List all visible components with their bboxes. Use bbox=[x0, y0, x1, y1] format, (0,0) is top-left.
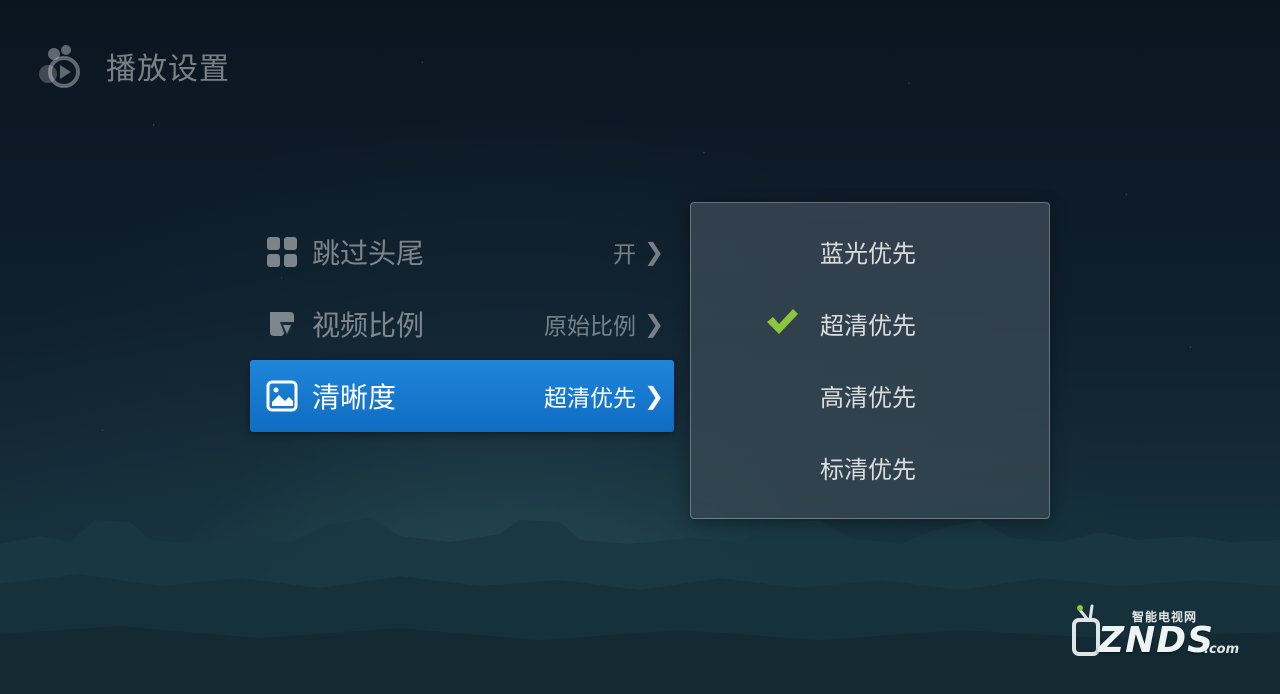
chevron-right-icon: ❯ bbox=[644, 382, 665, 410]
grid-icon bbox=[266, 236, 298, 268]
option-hd-first[interactable]: 高清优先 bbox=[691, 359, 1049, 431]
menu-item-label: 跳过头尾 bbox=[312, 237, 425, 270]
checkmark-icon bbox=[765, 307, 799, 337]
menu-item-resolution[interactable]: 清晰度 超清优先 ❯ bbox=[250, 360, 674, 432]
menu-item-value: 开 bbox=[613, 242, 636, 268]
settings-screen: 播放设置 跳过头尾 开 ❯ 视频比例 原始比例 ❯ 清晰度 超清优先 ❯ 蓝光优… bbox=[0, 0, 1280, 694]
option-label: 高清优先 bbox=[820, 383, 916, 412]
menu-item-value: 超清优先 bbox=[544, 386, 636, 412]
menu-item-aspect-ratio[interactable]: 视频比例 原始比例 ❯ bbox=[250, 288, 674, 360]
aspect-ratio-icon bbox=[266, 308, 298, 340]
header: 播放设置 bbox=[36, 44, 230, 88]
watermark-brand: ZNDS bbox=[1098, 620, 1215, 661]
menu-item-label: 视频比例 bbox=[312, 309, 425, 342]
chevron-right-icon: ❯ bbox=[644, 238, 665, 266]
page-title: 播放设置 bbox=[106, 52, 230, 87]
menu-item-value: 原始比例 bbox=[544, 314, 636, 340]
option-label: 超清优先 bbox=[820, 311, 916, 340]
watermark-domain: .com bbox=[1204, 642, 1240, 657]
settings-menu: 跳过头尾 开 ❯ 视频比例 原始比例 ❯ 清晰度 超清优先 ❯ bbox=[250, 216, 674, 432]
image-quality-icon bbox=[266, 380, 298, 412]
option-ultra-hd-first[interactable]: 超清优先 bbox=[691, 287, 1049, 359]
menu-item-skip-intro-outro[interactable]: 跳过头尾 开 ❯ bbox=[250, 216, 674, 288]
option-label: 蓝光优先 bbox=[820, 239, 916, 268]
player-logo-icon bbox=[39, 45, 80, 88]
znds-watermark: 智能电视网 ZNDS .com bbox=[1070, 598, 1250, 668]
option-bluray-first[interactable]: 蓝光优先 bbox=[691, 215, 1049, 287]
option-label: 标清优先 bbox=[820, 455, 916, 484]
chevron-right-icon: ❯ bbox=[644, 310, 665, 338]
menu-item-label: 清晰度 bbox=[312, 381, 397, 414]
option-sd-first[interactable]: 标清优先 bbox=[691, 431, 1049, 503]
resolution-options-panel: 蓝光优先 超清优先 高清优先 标清优先 bbox=[690, 202, 1050, 519]
